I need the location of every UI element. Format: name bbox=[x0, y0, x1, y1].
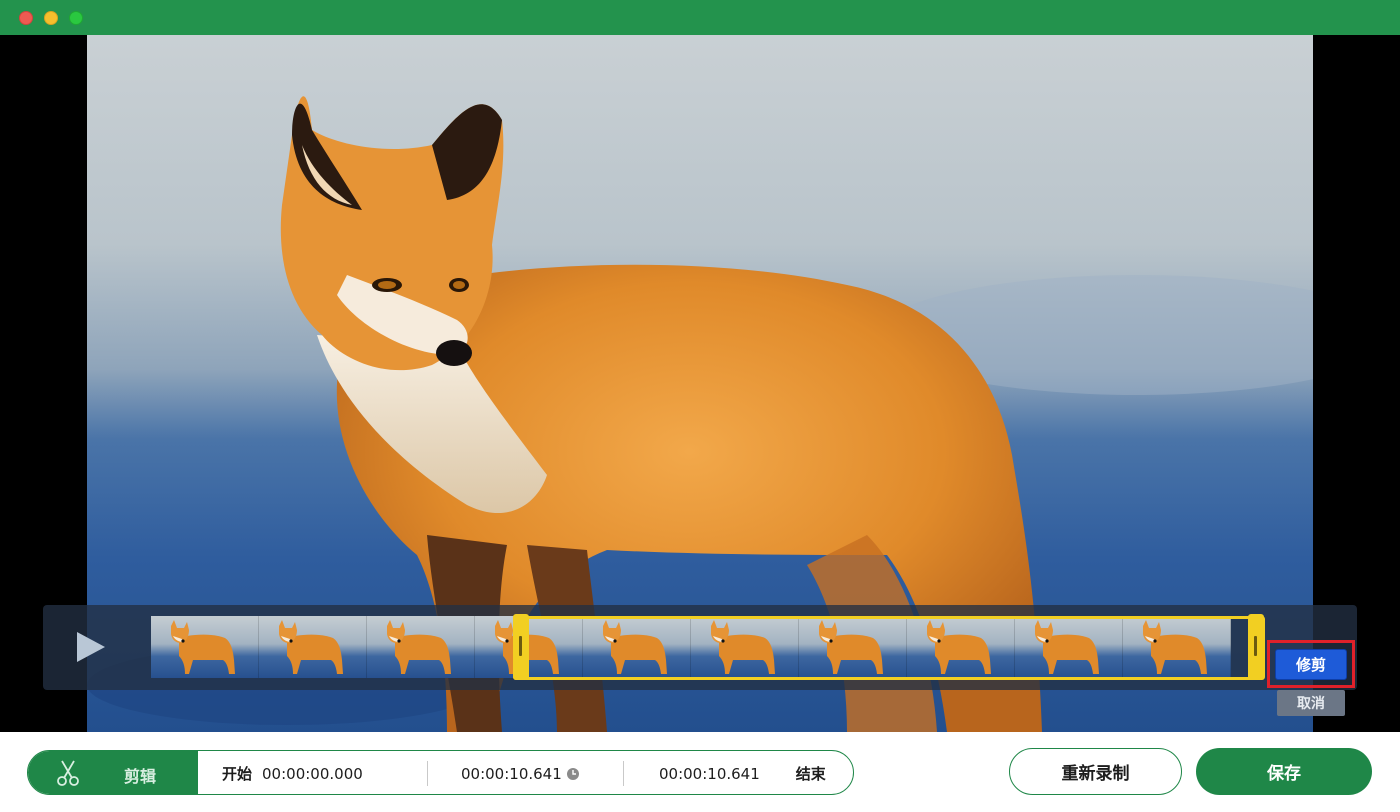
timeline-bar: 修剪 取消 bbox=[43, 605, 1357, 716]
trim-start-handle[interactable] bbox=[513, 614, 529, 680]
start-label: 开始 bbox=[222, 765, 253, 783]
edit-button[interactable]: 剪辑 bbox=[28, 751, 198, 794]
timeline-thumbnail bbox=[151, 616, 259, 678]
close-window-button[interactable] bbox=[19, 11, 33, 25]
timeline-thumbnail bbox=[799, 616, 907, 678]
thumbnail-strip[interactable] bbox=[151, 616, 1261, 678]
clip-info-panel: 剪辑 开始 00:00:00.000 00:00:10.641 00:00:10… bbox=[27, 750, 854, 795]
minimize-window-button[interactable] bbox=[44, 11, 58, 25]
timeline-thumbnail bbox=[583, 616, 691, 678]
timeline-thumbnail bbox=[367, 616, 475, 678]
timeline-thumbnail bbox=[1123, 616, 1231, 678]
timeline-thumbnail bbox=[475, 616, 583, 678]
save-button[interactable]: 保存 bbox=[1196, 748, 1372, 795]
edit-label: 剪辑 bbox=[124, 767, 157, 786]
end-time-field[interactable]: 00:00:10.641 结束 bbox=[659, 751, 836, 794]
play-icon bbox=[77, 632, 105, 662]
timeline-thumbnail bbox=[1015, 616, 1123, 678]
duration-field: 00:00:10.641 bbox=[461, 751, 580, 794]
zoom-window-button[interactable] bbox=[69, 11, 83, 25]
start-time-field[interactable]: 开始 00:00:00.000 bbox=[222, 751, 363, 794]
video-preview-area: 修剪 取消 bbox=[0, 35, 1400, 732]
scissors-icon bbox=[57, 760, 79, 786]
timeline-thumbnail bbox=[691, 616, 799, 678]
window-titlebar bbox=[0, 0, 1400, 35]
end-time-value: 00:00:10.641 bbox=[659, 764, 760, 783]
end-label: 结束 bbox=[795, 765, 826, 783]
timeline-thumbnail bbox=[259, 616, 367, 678]
trim-button[interactable]: 修剪 bbox=[1275, 649, 1347, 680]
divider bbox=[623, 761, 624, 786]
cancel-button[interactable]: 取消 bbox=[1277, 690, 1345, 716]
bottom-toolbar: 剪辑 开始 00:00:00.000 00:00:10.641 00:00:10… bbox=[0, 732, 1400, 812]
timeline-thumbnail bbox=[907, 616, 1015, 678]
start-time-value: 00:00:00.000 bbox=[262, 764, 363, 783]
rerecord-button[interactable]: 重新录制 bbox=[1009, 748, 1182, 795]
play-button[interactable] bbox=[73, 629, 109, 665]
divider bbox=[427, 761, 428, 786]
duration-time-value: 00:00:10.641 bbox=[461, 764, 562, 783]
trim-end-handle[interactable] bbox=[1248, 614, 1264, 680]
clock-icon bbox=[566, 767, 579, 780]
